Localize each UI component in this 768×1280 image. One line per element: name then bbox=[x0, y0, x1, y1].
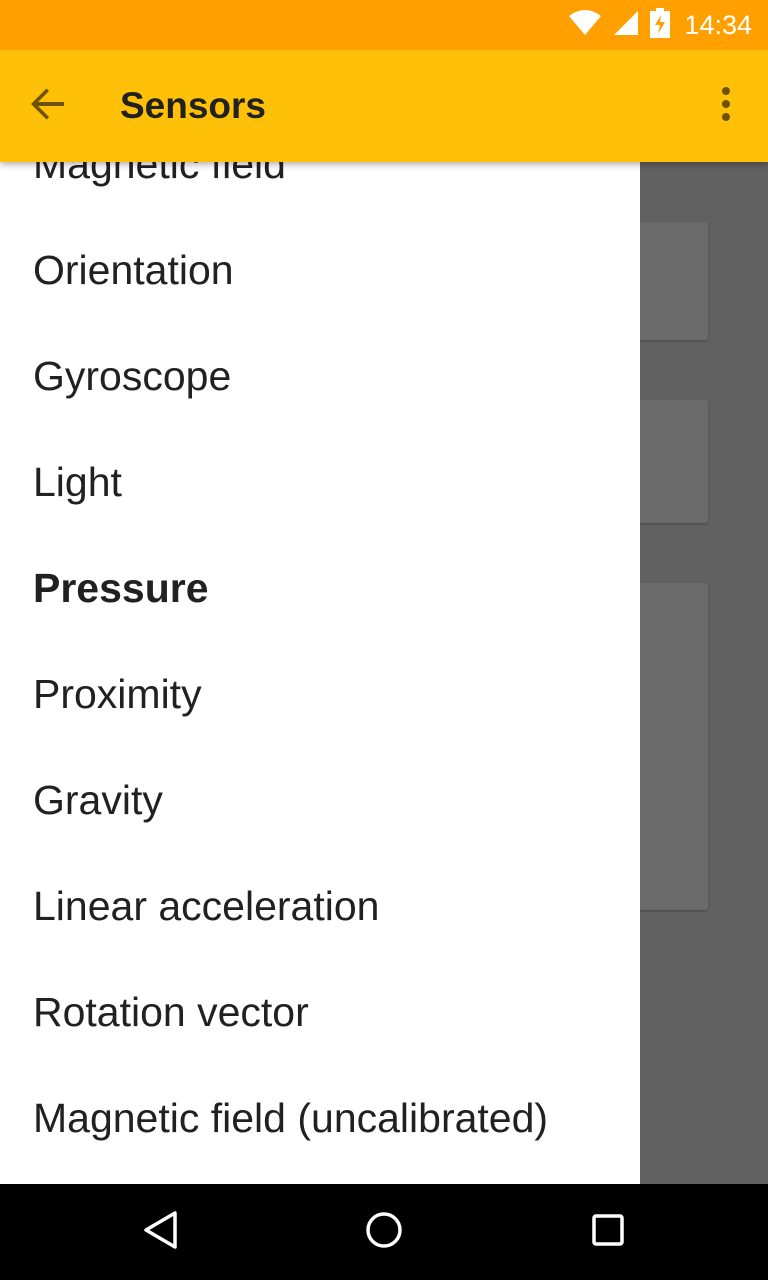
cell-signal-icon bbox=[612, 9, 640, 42]
nav-home-button[interactable] bbox=[360, 1208, 408, 1256]
drawer-item-magnetic-field-uncalibrated[interactable]: Magnetic field (uncalibrated) bbox=[0, 1065, 640, 1171]
system-nav-bar bbox=[0, 1184, 768, 1280]
overflow-menu-button[interactable] bbox=[706, 80, 746, 132]
status-icons: 14:34 bbox=[568, 0, 752, 50]
back-triangle-icon bbox=[140, 1210, 180, 1255]
page-title: Sensors bbox=[120, 85, 267, 126]
drawer-item-rotation-vector[interactable]: Rotation vector bbox=[0, 959, 640, 1065]
nav-back-button[interactable] bbox=[136, 1208, 184, 1256]
drawer-item-proximity[interactable]: Proximity bbox=[0, 641, 640, 747]
app-bar: Sensors bbox=[0, 50, 768, 162]
drawer-item-gravity[interactable]: Gravity bbox=[0, 747, 640, 853]
drawer-item-light[interactable]: Light bbox=[0, 429, 640, 535]
status-bar: 14:34 bbox=[0, 0, 768, 50]
arrow-back-icon bbox=[28, 84, 68, 129]
battery-charging-icon bbox=[650, 7, 671, 43]
drawer-item-pressure[interactable]: Pressure bbox=[0, 535, 640, 641]
drawer-list: Magnetic field Orientation Gyroscope Lig… bbox=[0, 162, 640, 1171]
nav-recents-button[interactable] bbox=[584, 1208, 632, 1256]
recents-square-icon bbox=[588, 1210, 628, 1255]
navigation-drawer: Magnetic field Orientation Gyroscope Lig… bbox=[0, 162, 640, 1184]
screen: 14:34 Sensors Magnetic field Orientation… bbox=[0, 0, 768, 1280]
drawer-item-magnetic-field[interactable]: Magnetic field bbox=[0, 162, 640, 217]
wifi-icon bbox=[568, 9, 602, 41]
drawer-item-gyroscope[interactable]: Gyroscope bbox=[0, 323, 640, 429]
back-button[interactable] bbox=[20, 78, 76, 134]
drawer-item-linear-acceleration[interactable]: Linear acceleration bbox=[0, 853, 640, 959]
home-circle-icon bbox=[364, 1210, 404, 1255]
more-vert-icon bbox=[721, 86, 731, 127]
drawer-item-orientation[interactable]: Orientation bbox=[0, 217, 640, 323]
status-time: 14:34 bbox=[684, 9, 752, 40]
